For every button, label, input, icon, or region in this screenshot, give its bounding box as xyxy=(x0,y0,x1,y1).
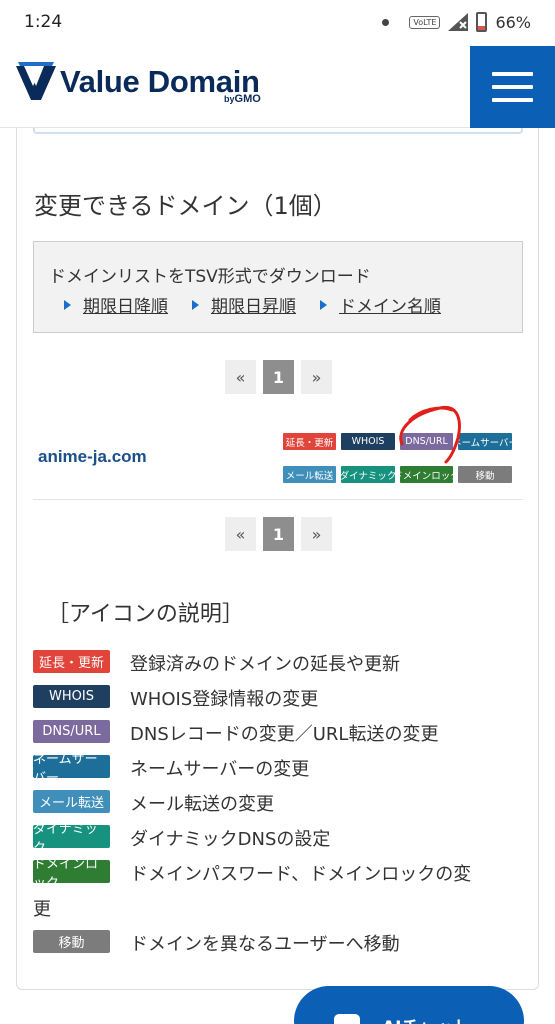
legend-text: ダイナミックDNSの設定 xyxy=(130,829,331,850)
ai-chat-button[interactable]: AIチャット xyxy=(294,986,524,1024)
download-link-label: ドメイン名順 xyxy=(339,297,441,317)
battery-level: 66% xyxy=(495,12,531,32)
badge-renew[interactable]: 延長・更新 xyxy=(283,433,336,450)
status-time: 1:24 xyxy=(24,12,63,32)
pagination-top: « 1 » xyxy=(225,360,332,394)
battery-icon xyxy=(476,12,488,32)
domain-name-link[interactable]: anime-ja.com xyxy=(38,447,147,467)
legend-text: ネームサーバーの変更 xyxy=(130,759,310,780)
volte-icon: VoLTE xyxy=(409,15,441,29)
legend-text-line1: ドメインパスワード、ドメインロックの変 xyxy=(130,864,472,885)
previous-box-edge xyxy=(33,128,523,134)
download-link-expiry-desc[interactable]: 期限日降順 xyxy=(64,292,168,317)
logo-sub: byGMO xyxy=(224,93,261,105)
logo-sub-by: by xyxy=(224,94,235,104)
menu-bar-icon xyxy=(492,98,533,102)
badge-move[interactable]: 移動 xyxy=(458,466,512,483)
legend-badge: メール転送 xyxy=(33,790,110,813)
legend-badge: ドメインロック xyxy=(33,857,110,891)
legend-title: ［アイコンの説明］ xyxy=(47,602,244,627)
pagination-prev-button[interactable]: « xyxy=(225,517,256,551)
badge-nameserver[interactable]: ネームサーバー xyxy=(452,433,518,450)
notification-dot-icon xyxy=(382,18,390,26)
download-links: 期限日降順 期限日昇順 ドメイン名順 xyxy=(64,292,441,317)
chat-label: AIチャット xyxy=(382,1013,469,1024)
hamburger-menu-button[interactable] xyxy=(470,46,555,128)
legend-badge: WHOIS xyxy=(33,685,110,708)
signal-icon xyxy=(448,13,469,31)
legend-text: DNSレコードの変更／URL転送の変更 xyxy=(130,724,439,745)
legend-text: 登録済みのドメインの延長や更新 xyxy=(130,654,400,675)
badge-mail-forward[interactable]: メール転送 xyxy=(283,466,336,483)
legend-badge: DNS/URL xyxy=(33,720,110,743)
badge-domain-lock[interactable]: ドメインロック xyxy=(393,466,460,483)
legend-text: ドメインを異なるユーザーへ移動 xyxy=(130,934,400,955)
status-bar: 1:24 VoLTE 66% xyxy=(0,0,555,46)
domain-row: anime-ja.com 延長・更新 WHOIS DNS/URL ネームサーバー… xyxy=(33,426,523,500)
badge-dns-url[interactable]: DNS/URL xyxy=(400,433,453,450)
legend-text: WHOIS登録情報の変更 xyxy=(130,689,319,710)
download-link-label: 期限日降順 xyxy=(83,297,168,317)
pagination-prev-button[interactable]: « xyxy=(225,360,256,394)
triangle-right-icon xyxy=(64,299,71,310)
domain-card: 変更できるドメイン（1個） ドメインリストをTSV形式でダウンロード 期限日降順… xyxy=(16,128,539,990)
logo[interactable]: Value Domain xyxy=(14,62,260,102)
status-icons: VoLTE 66% xyxy=(382,12,531,32)
menu-bar-icon xyxy=(492,72,533,76)
triangle-right-icon xyxy=(320,299,327,310)
legend-badge: ダイナミック xyxy=(33,822,110,856)
download-link-expiry-asc[interactable]: 期限日昇順 xyxy=(192,292,296,317)
pagination-bottom: « 1 » xyxy=(225,517,332,551)
badge-whois[interactable]: WHOIS xyxy=(341,433,395,450)
pagination-page-1[interactable]: 1 xyxy=(263,360,294,394)
legend-badge: ネームサーバー xyxy=(33,752,110,786)
legend-text: メール転送の変更 xyxy=(130,794,274,815)
legend-badge: 延長・更新 xyxy=(33,650,110,673)
download-link-label: 期限日昇順 xyxy=(211,297,296,317)
pagination-next-button[interactable]: » xyxy=(301,517,332,551)
section-title: 変更できるドメイン（1個） xyxy=(34,192,337,220)
download-title: ドメインリストをTSV形式でダウンロード xyxy=(49,267,371,287)
download-box: ドメインリストをTSV形式でダウンロード 期限日降順 期限日昇順 ドメイン名順 xyxy=(33,241,523,333)
legend-text-line2: 更 xyxy=(33,899,51,920)
badge-dynamic[interactable]: ダイナミック xyxy=(340,466,396,483)
logo-sub-brand: GMO xyxy=(234,93,261,105)
site-header: Value Domain byGMO xyxy=(0,46,555,128)
value-domain-logo-icon xyxy=(16,62,56,100)
download-link-domain-name[interactable]: ドメイン名順 xyxy=(320,292,441,317)
menu-bar-icon xyxy=(492,85,533,89)
chat-icon xyxy=(334,1014,360,1024)
legend-badge: 移動 xyxy=(33,930,110,953)
pagination-page-1[interactable]: 1 xyxy=(263,517,294,551)
pagination-next-button[interactable]: » xyxy=(301,360,332,394)
triangle-right-icon xyxy=(192,299,199,310)
